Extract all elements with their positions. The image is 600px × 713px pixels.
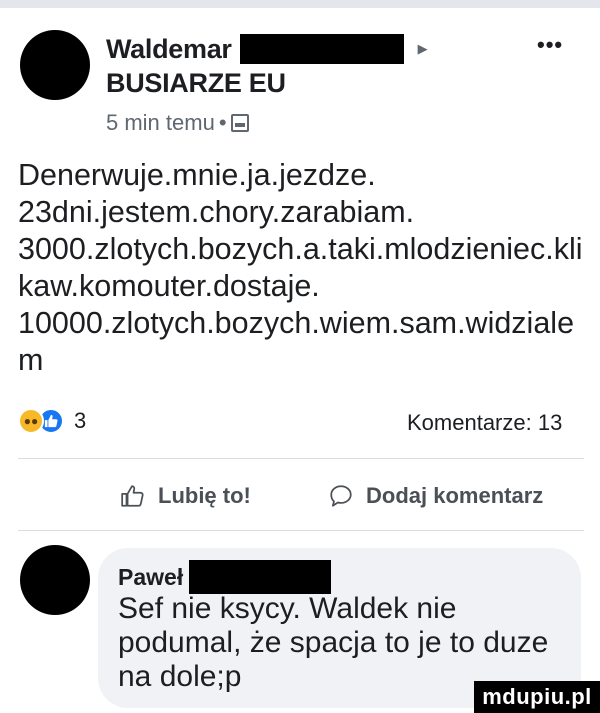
post-actions: Lubię to! Dodaj komentarz [0,478,600,518]
group-name[interactable]: BUSIARZE EU [106,68,286,99]
reactions-summary[interactable]: ●● 3 [18,408,86,434]
post-meta: 5 min temu • [106,110,249,136]
post-author-name[interactable]: Waldemar [106,34,232,65]
top-divider [0,0,600,8]
post-author-avatar[interactable] [20,30,90,100]
post-text-line: m [18,343,44,377]
post-timestamp[interactable]: 5 min temu [106,110,215,136]
like-button[interactable]: Lubię to! [120,483,251,509]
redacted-surname [189,560,332,594]
photo-icon [230,114,249,132]
grin-sweat-emoji-icon: ●● [18,408,44,434]
post-text-line: 3000.zlotych.bozych.a.taki.mlodzieniec.k… [18,232,583,266]
speech-bubble-icon [330,485,352,507]
like-button-label: Lubię to! [158,483,251,508]
comment-button[interactable]: Dodaj komentarz [328,483,543,509]
comment-author-name[interactable]: Paweł [118,564,183,591]
comment-author-avatar[interactable] [20,545,90,615]
more-options-icon[interactable]: ••• [537,32,563,58]
comment-header: Paweł [118,560,332,594]
comment-button-label: Dodaj komentarz [366,483,544,508]
post-text-line: kaw.komouter.dostaje. [18,269,320,303]
arrow-right-icon: ▶ [417,41,428,56]
post-text-line: 23dni.jestem.chory.zarabiam. [18,195,415,229]
post-body: Denerwuje.mnie.ja.jezdze. 23dni.jestem.c… [18,157,584,379]
comment-body: Sef nie ksycy. Waldek nie podumal, że sp… [118,592,568,694]
divider [18,458,584,459]
divider [18,530,584,531]
comment-text-line: Sef nie ksycy. Waldek nie [118,592,457,625]
site-watermark: mdupiu.pl [474,681,600,713]
comment-text-line: podumal, że spacja to je to duze [118,626,549,659]
redacted-surname [239,34,404,64]
meta-separator: • [218,110,227,135]
post-text-line: Denerwuje.mnie.ja.jezdze. [18,158,376,192]
comments-count-link[interactable]: Komentarze: 13 [407,410,562,436]
post-header: Waldemar ▶ [106,33,428,65]
thumbs-up-icon [121,485,144,507]
post-text-line: 10000.zlotych.bozych.wiem.sam.widziale [18,306,575,340]
reaction-count: 3 [74,408,87,433]
